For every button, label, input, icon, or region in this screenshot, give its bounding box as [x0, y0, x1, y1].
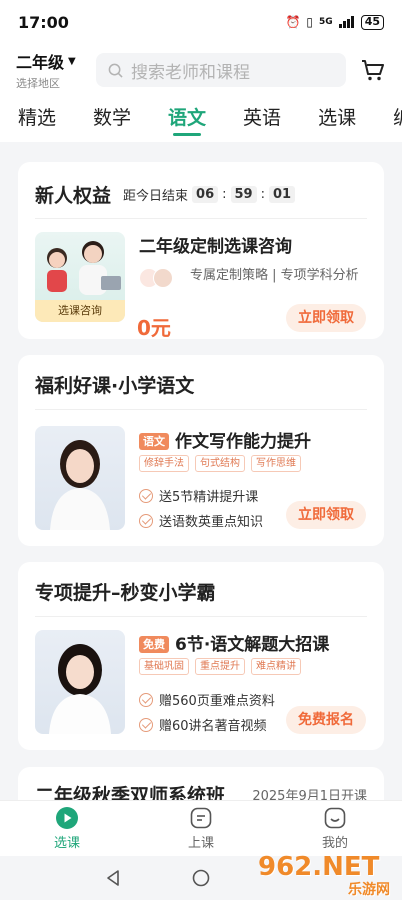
- divider: [35, 218, 367, 219]
- tab-chinese[interactable]: 语文: [168, 96, 206, 142]
- countdown-seconds: 01: [269, 185, 296, 203]
- grade-label: 二年级: [16, 53, 65, 72]
- check-circle-icon: [139, 488, 153, 503]
- countdown: 距今日结束 06: 59: 01: [123, 185, 296, 204]
- bottom-nav: 选课 上课 我的: [0, 800, 402, 856]
- subject-tag: 语文: [139, 433, 169, 450]
- card-title: 新人权益: [35, 184, 112, 207]
- region-label: 选择地区: [16, 77, 60, 90]
- newcomer-card: 新人权益 距今日结束 06: 59: 01 选课咨询 二年级定制选课咨询 专属定…: [18, 162, 384, 340]
- tab-english[interactable]: 英语: [243, 96, 281, 142]
- course-title-text: 6节·语文解题大招课: [175, 635, 330, 655]
- section-title: 福利好课·小学语文: [35, 375, 195, 397]
- check-circle-icon: [139, 692, 153, 707]
- chip: 重点提升: [195, 658, 245, 675]
- watermark-brand: 962.NET: [258, 852, 380, 882]
- grade-selector[interactable]: 二年级 ▼ 选择地区: [16, 49, 90, 91]
- content-scroll[interactable]: 新人权益 距今日结束 06: 59: 01 选课咨询 二年级定制选课咨询 专属定…: [0, 142, 402, 800]
- teacher-portrait: [49, 644, 111, 734]
- watermark-logo: 962.NET 乐游网: [258, 852, 398, 898]
- chip: 句式结构: [195, 455, 245, 472]
- home-icon[interactable]: [192, 869, 210, 887]
- free-tag: 免费: [139, 636, 169, 653]
- special-course-card: 专项提升–秒变小学霸 免费 6节·语文解题大招课 基础巩固 重点提升 难点精讲 赠…: [18, 562, 384, 750]
- countdown-hours: 06: [192, 185, 219, 203]
- course-features: 专属定制策略 | 专项学科分析: [190, 268, 359, 283]
- play-circle-icon: [56, 807, 78, 829]
- chip: 修辞手法: [139, 455, 189, 472]
- benefit-text: 送语数英重点知识: [159, 515, 264, 530]
- status-icons: ⏰ ▯ 5G 45: [285, 14, 384, 30]
- countdown-minutes: 59: [230, 185, 257, 203]
- check-circle-icon: [139, 717, 153, 732]
- chip: 写作思维: [251, 455, 301, 472]
- system-class-card[interactable]: 二年级秋季双师系统班 2025年9月1日开课: [18, 767, 384, 800]
- face-icon: [324, 807, 346, 829]
- benefit-item: 赠560页重难点资料: [139, 690, 275, 709]
- tab-xuanke[interactable]: 选课: [318, 96, 356, 142]
- nav-shangke[interactable]: 上课: [134, 801, 268, 856]
- advisor-avatars: [139, 268, 177, 288]
- section-title: 专项提升–秒变小学霸: [35, 582, 216, 604]
- benefit-text: 送5节精讲提升课: [159, 490, 259, 505]
- chip: 基础巩固: [139, 658, 189, 675]
- claim-button[interactable]: 立即领取: [286, 304, 366, 332]
- subject-tabs: 精选 数学 语文 英语 选课 编: [0, 96, 402, 142]
- course-chips: 基础巩固 重点提升 难点精讲: [139, 658, 301, 675]
- countdown-label: 距今日结束: [123, 188, 189, 204]
- course-title[interactable]: 免费 6节·语文解题大招课: [139, 630, 329, 655]
- tab-more[interactable]: 编: [393, 96, 402, 142]
- check-circle-icon: [139, 513, 153, 528]
- course-image[interactable]: 选课咨询: [35, 232, 125, 322]
- cart-icon[interactable]: [360, 57, 386, 83]
- header: 二年级 ▼ 选择地区 搜索老师和课程: [0, 44, 402, 96]
- back-icon[interactable]: [104, 869, 122, 887]
- course-chips: 修辞手法 句式结构 写作思维: [139, 455, 301, 472]
- start-date: 2025年9月1日开课: [252, 789, 367, 800]
- teacher-portrait: [50, 440, 110, 530]
- network-label: 5G: [319, 17, 333, 27]
- teacher-photo[interactable]: [35, 426, 125, 530]
- welfare-course-card: 福利好课·小学语文 语文 作文写作能力提升 修辞手法 句式结构 写作思维 送5节精…: [18, 355, 384, 546]
- teacher-student-illustration: [47, 241, 121, 295]
- search-input[interactable]: 搜索老师和课程: [96, 53, 346, 87]
- battery-indicator: 45: [360, 14, 384, 30]
- benefit-item: 赠60讲名著音视频: [139, 715, 267, 734]
- nav-label: 上课: [187, 836, 214, 851]
- signal-icon: [338, 16, 354, 28]
- watermark-sub: 乐游网: [348, 882, 390, 898]
- price: 0元: [137, 316, 171, 340]
- nav-label: 选课: [53, 836, 80, 851]
- course-title[interactable]: 语文 作文写作能力提升: [139, 427, 311, 452]
- benefit-item: 送语数英重点知识: [139, 511, 263, 530]
- benefit-text: 赠60讲名著音视频: [159, 719, 267, 734]
- search-icon: [108, 63, 123, 78]
- tab-math[interactable]: 数学: [93, 96, 131, 142]
- image-label: 选课咨询: [35, 300, 125, 322]
- search-placeholder: 搜索老师和课程: [131, 62, 250, 83]
- course-title-text: 作文写作能力提升: [175, 432, 311, 452]
- nav-label: 我的: [321, 836, 348, 851]
- benefit-text: 赠560页重难点资料: [159, 694, 275, 709]
- caret-down-icon: ▼: [68, 55, 76, 67]
- register-button[interactable]: 免费报名: [286, 706, 366, 734]
- chip: 难点精讲: [251, 658, 301, 675]
- teacher-photo[interactable]: [35, 630, 125, 734]
- status-time: 17:00: [18, 12, 69, 32]
- nav-profile[interactable]: 我的: [268, 801, 402, 856]
- divider: [35, 616, 367, 617]
- section-title: 二年级秋季双师系统班: [35, 785, 226, 800]
- vibrate-icon: ▯: [306, 15, 314, 29]
- alarm-icon: ⏰: [285, 15, 301, 29]
- list-icon: [190, 807, 212, 829]
- divider: [35, 409, 367, 410]
- nav-xuanke[interactable]: 选课: [0, 801, 134, 856]
- avatar: [153, 268, 173, 288]
- benefit-item: 送5节精讲提升课: [139, 486, 258, 505]
- claim-button[interactable]: 立即领取: [286, 501, 366, 529]
- course-title[interactable]: 二年级定制选课咨询: [139, 232, 292, 257]
- status-bar: 17:00 ⏰ ▯ 5G 45: [0, 0, 402, 44]
- tab-jingxuan[interactable]: 精选: [18, 96, 56, 142]
